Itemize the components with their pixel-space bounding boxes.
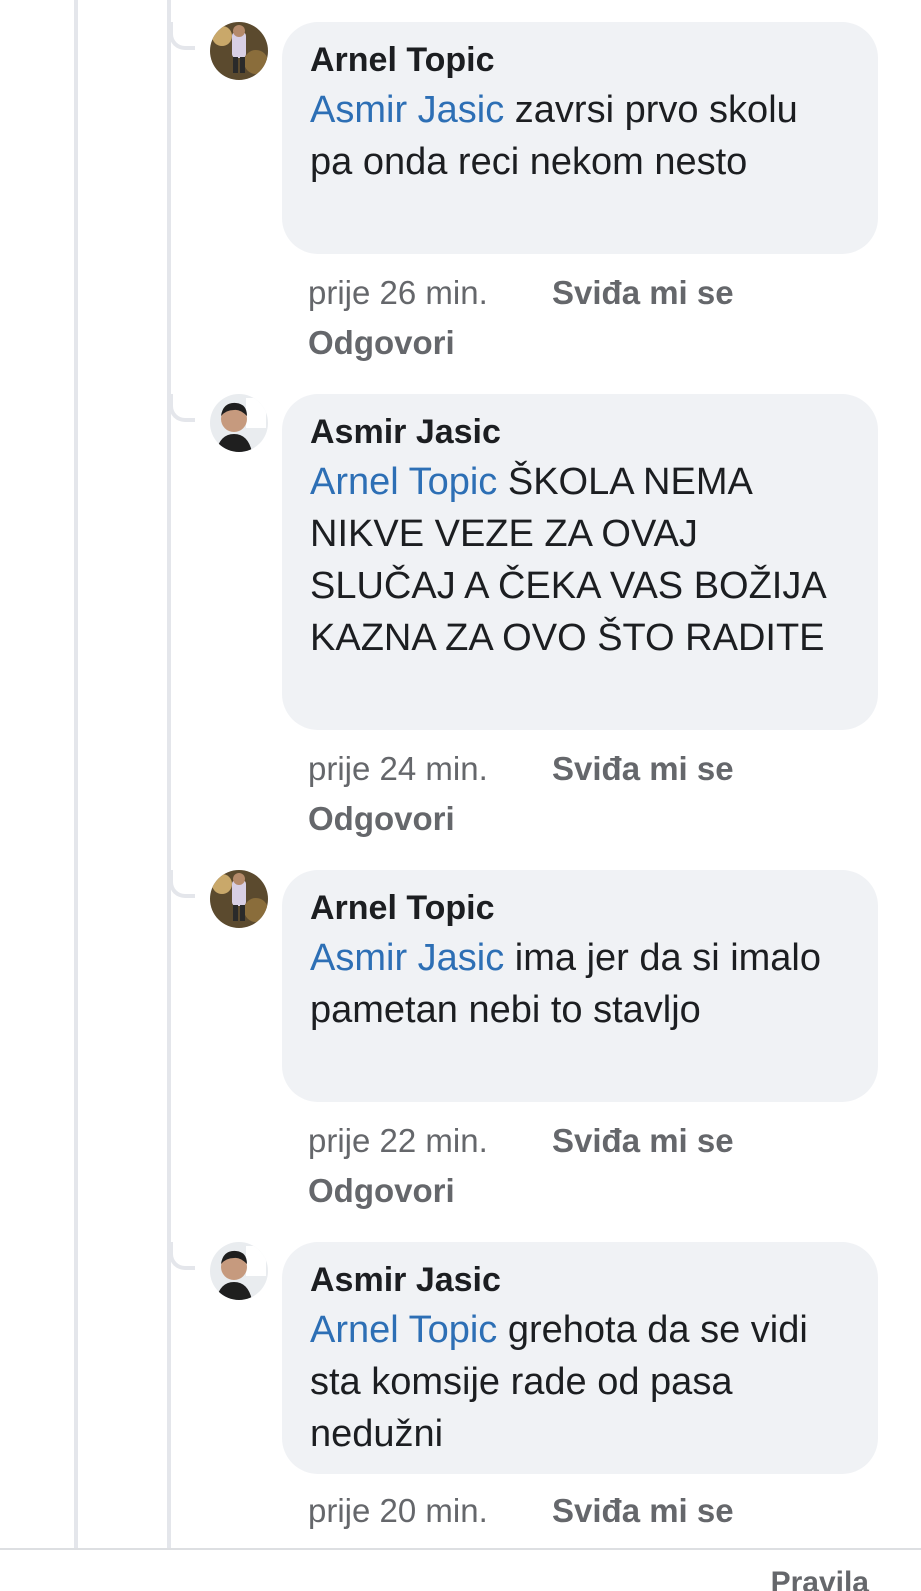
comment-actions: prije 26 min. Sviđa mi se Odgovori (308, 268, 734, 368)
reply-button[interactable]: Odgovori (308, 318, 734, 368)
comment-thread-page: Arnel Topic Asmir Jasic zavrsi prvo skol… (0, 0, 921, 1591)
avatar-photo-icon (210, 1242, 268, 1300)
avatar-asmir-jasic[interactable] (210, 1242, 268, 1300)
comment-actions: prije 24 min. Sviđa mi se Odgovori (308, 744, 734, 844)
avatar-photo-icon (210, 394, 268, 452)
comment-actions: prije 20 min. Sviđa mi se (308, 1486, 734, 1536)
comment-text: Asmir Jasic zavrsi prvo skolu pa onda re… (310, 84, 850, 188)
footer-divider (0, 1548, 921, 1550)
like-button[interactable]: Sviđa mi se (552, 750, 734, 787)
comment-text: Arnel Topic ŠKOLA NEMA NIKVE VEZE ZA OVA… (310, 456, 850, 664)
comment-timestamp[interactable]: prije 20 min. (308, 1486, 552, 1536)
avatar-photo-icon (210, 22, 268, 80)
like-button[interactable]: Sviđa mi se (552, 1492, 734, 1529)
comment-timestamp[interactable]: prije 22 min. (308, 1116, 552, 1166)
avatar-asmir-jasic[interactable] (210, 394, 268, 452)
rules-link[interactable]: Pravila (771, 1563, 869, 1591)
comment-mention[interactable]: Arnel Topic (310, 1309, 497, 1351)
comment-author[interactable]: Arnel Topic (310, 888, 850, 928)
reply-connector (169, 394, 195, 422)
comment-author[interactable]: Asmir Jasic (310, 412, 850, 452)
comment-timestamp[interactable]: prije 26 min. (308, 268, 552, 318)
like-button[interactable]: Sviđa mi se (552, 274, 734, 311)
reply-button[interactable]: Odgovori (308, 794, 734, 844)
avatar-photo-icon (210, 870, 268, 928)
comment-mention[interactable]: Asmir Jasic (310, 937, 504, 979)
comment-bubble: Arnel Topic Asmir Jasic ima jer da si im… (282, 870, 878, 1102)
avatar-arnel-topic[interactable] (210, 870, 268, 928)
avatar-arnel-topic[interactable] (210, 22, 268, 80)
comment-mention[interactable]: Arnel Topic (310, 461, 497, 503)
thread-line-outer (74, 0, 78, 1548)
comment-bubble: Asmir Jasic Arnel Topic ŠKOLA NEMA NIKVE… (282, 394, 878, 730)
comment-actions: prije 22 min. Sviđa mi se Odgovori (308, 1116, 734, 1216)
comment-text: Asmir Jasic ima jer da si imalo pametan … (310, 932, 850, 1036)
reply-connector (169, 870, 195, 898)
reply-button[interactable]: Odgovori (308, 1166, 734, 1216)
comment-bubble: Asmir Jasic Arnel Topic grehota da se vi… (282, 1242, 878, 1474)
reply-connector (169, 1242, 195, 1270)
comment-author[interactable]: Arnel Topic (310, 40, 850, 80)
comment-author[interactable]: Asmir Jasic (310, 1260, 850, 1300)
like-button[interactable]: Sviđa mi se (552, 1122, 734, 1159)
comment-text: Arnel Topic grehota da se vidi sta komsi… (310, 1304, 850, 1460)
comment-bubble: Arnel Topic Asmir Jasic zavrsi prvo skol… (282, 22, 878, 254)
reply-connector (169, 22, 195, 50)
comment-mention[interactable]: Asmir Jasic (310, 89, 504, 131)
thread-line-inner (167, 0, 171, 1548)
comment-timestamp[interactable]: prije 24 min. (308, 744, 552, 794)
